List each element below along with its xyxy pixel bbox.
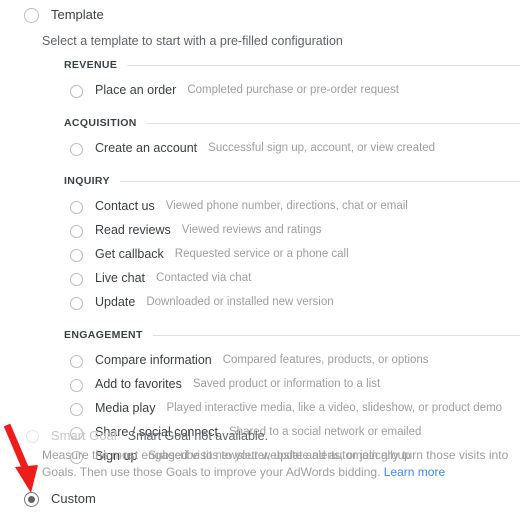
template-option-radio[interactable] xyxy=(70,296,83,310)
section-title: INQUIRY xyxy=(64,175,110,187)
template-option-radio[interactable] xyxy=(70,272,83,286)
section-divider xyxy=(152,334,520,336)
template-option-label: Media play xyxy=(95,401,156,415)
template-option-label: Read reviews xyxy=(95,223,171,237)
template-option-description: Viewed phone number, directions, chat or… xyxy=(165,200,408,212)
template-option-description: Viewed reviews and ratings xyxy=(181,224,322,236)
template-option-description: Saved product or information to a list xyxy=(192,378,381,390)
learn-more-link[interactable]: Learn more xyxy=(384,465,445,479)
template-option-description: Downloaded or installed new version xyxy=(146,296,334,308)
section-option-list: Create an account Successful sign up, acc… xyxy=(0,136,526,160)
template-option-label: Add to favorites xyxy=(95,377,182,391)
smart-goal-label: Smart Goal xyxy=(51,428,117,443)
template-option-description: Completed purchase or pre-order request xyxy=(187,84,399,96)
template-option-row[interactable]: Update Downloaded or installed new versio… xyxy=(0,290,526,314)
section-divider xyxy=(146,122,520,124)
template-option-row[interactable]: Compare information Compared features, pr… xyxy=(0,348,526,372)
template-sections: REVENUE Place an order Completed purchase … xyxy=(0,57,526,468)
template-option-row[interactable]: Create an account Successful sign up, acc… xyxy=(0,136,526,160)
goal-type-panel: Template Select a template to start with… xyxy=(0,0,526,518)
template-option-radio[interactable] xyxy=(70,248,83,262)
section-divider xyxy=(119,180,520,182)
template-option-label: Update xyxy=(95,295,136,309)
template-option-row[interactable]: Media play Played interactive media, like… xyxy=(0,396,526,420)
template-option-radio[interactable] xyxy=(70,84,83,98)
template-option-radio[interactable] xyxy=(70,378,83,392)
template-option-label: Contact us xyxy=(95,199,155,213)
template-option-radio[interactable] xyxy=(70,354,83,368)
goal-type-custom-row[interactable]: Custom xyxy=(0,491,96,507)
template-option-radio[interactable] xyxy=(70,402,83,416)
template-label: Template xyxy=(51,7,104,22)
section-title: REVENUE xyxy=(64,59,118,71)
smart-goal-description: Measure the most engaged visits to your … xyxy=(0,447,526,481)
template-option-label: Get callback xyxy=(95,247,164,261)
template-option-description: Contacted via chat xyxy=(156,272,252,284)
section-title: ENGAGEMENT xyxy=(64,329,143,341)
template-option-row[interactable]: Contact us Viewed phone number, direction… xyxy=(0,194,526,218)
section-header: REVENUE xyxy=(0,57,526,73)
template-option-description: Successful sign up, account, or view cre… xyxy=(208,142,436,154)
template-section: INQUIRY Contact us Viewed phone number, di… xyxy=(0,173,526,314)
template-radio[interactable] xyxy=(24,8,39,23)
section-option-list: Contact us Viewed phone number, direction… xyxy=(0,194,526,314)
template-option-radio[interactable] xyxy=(70,142,83,156)
smart-goal-radio xyxy=(26,430,39,443)
custom-radio[interactable] xyxy=(24,492,39,507)
template-option-label: Place an order xyxy=(95,83,177,97)
template-option-label: Create an account xyxy=(95,141,198,155)
template-option-row[interactable]: Get callback Requested service or a phone… xyxy=(0,242,526,266)
section-divider xyxy=(127,64,520,66)
section-header: INQUIRY xyxy=(0,173,526,189)
template-option-row[interactable]: Add to favorites Saved product or informa… xyxy=(0,372,526,396)
smart-goal-row: Smart Goal Smart Goal not available. xyxy=(0,428,526,444)
template-option-description: Requested service or a phone call xyxy=(174,248,349,260)
section-title: ACQUISITION xyxy=(64,117,137,129)
template-option-row[interactable]: Read reviews Viewed reviews and ratings xyxy=(0,218,526,242)
smart-goal-availability-note: Smart Goal not available. xyxy=(127,429,269,443)
custom-label: Custom xyxy=(51,491,96,506)
template-option-label: Live chat xyxy=(95,271,146,285)
section-header: ACQUISITION xyxy=(0,115,526,131)
template-section: ACQUISITION Create an account Successful s… xyxy=(0,115,526,160)
template-option-row[interactable]: Live chat Contacted via chat xyxy=(0,266,526,290)
template-option-description: Played interactive media, like a video, … xyxy=(166,402,503,414)
template-section: REVENUE Place an order Completed purchase … xyxy=(0,57,526,102)
template-option-description: Compared features, products, or options xyxy=(222,354,429,366)
template-option-row[interactable]: Place an order Completed purchase or pre-… xyxy=(0,78,526,102)
template-description: Select a template to start with a pre-fi… xyxy=(42,34,343,48)
template-option-radio[interactable] xyxy=(70,200,83,214)
goal-type-template-row[interactable]: Template xyxy=(0,7,104,23)
template-option-radio[interactable] xyxy=(70,224,83,238)
goal-type-smart-goal-block: Smart Goal Smart Goal not available. Mea… xyxy=(0,428,526,481)
section-option-list: Place an order Completed purchase or pre-… xyxy=(0,78,526,102)
template-option-label: Compare information xyxy=(95,353,212,367)
section-header: ENGAGEMENT xyxy=(0,327,526,343)
